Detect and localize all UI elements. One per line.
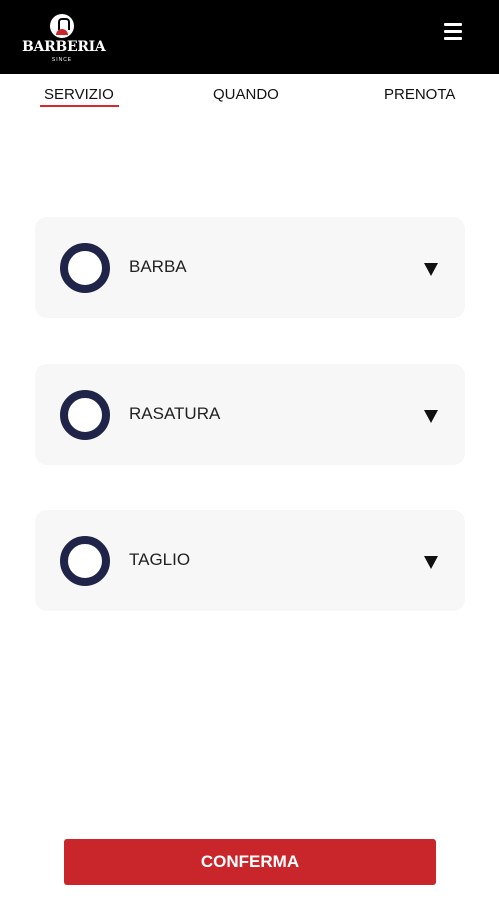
barberia-logo[interactable]: BARBERIA SINCE (22, 14, 106, 64)
active-tab-indicator (40, 105, 119, 107)
hamburger-menu-icon[interactable] (444, 23, 462, 40)
caret-down-icon[interactable] (424, 263, 438, 276)
service-label: BARBA (129, 257, 187, 276)
app-header: BARBERIA SINCE (0, 0, 499, 74)
tab-servizio[interactable]: SERVIZIO (44, 86, 114, 103)
barber-logo-icon (50, 14, 74, 38)
service-label: TAGLIO (129, 550, 191, 569)
radio-circle-icon[interactable] (60, 390, 110, 440)
logo-title: BARBERIA (22, 39, 106, 55)
radio-circle-icon[interactable] (60, 536, 110, 586)
logo-subtitle: SINCE (51, 57, 73, 63)
service-label: RASATURA (129, 404, 221, 423)
caret-down-icon[interactable] (424, 410, 438, 423)
tab-quando[interactable]: QUANDO (213, 86, 279, 103)
service-card-barba[interactable]: BARBA (35, 217, 465, 318)
caret-down-icon[interactable] (424, 556, 438, 569)
service-card-taglio[interactable]: TAGLIO (35, 510, 465, 611)
service-card-rasatura[interactable]: RASATURA (35, 364, 465, 465)
booking-steps-tabs: SERVIZIO QUANDO PRENOTA (0, 74, 499, 114)
confirm-button[interactable]: CONFERMA (64, 839, 436, 885)
tab-prenota[interactable]: PRENOTA (384, 86, 455, 103)
radio-circle-icon[interactable] (60, 243, 110, 293)
